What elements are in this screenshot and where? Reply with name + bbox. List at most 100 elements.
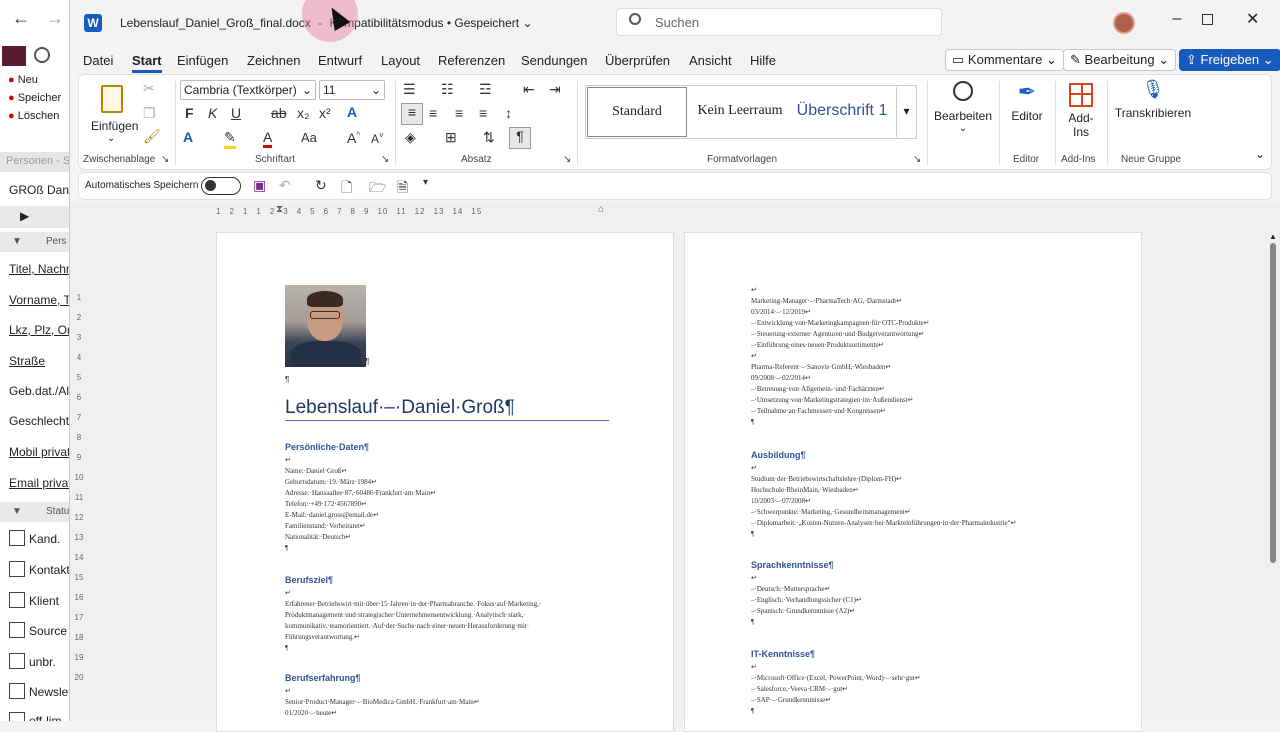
undo-icon[interactable]: ↶ [279,177,291,194]
checkbox-newsletter[interactable] [9,683,25,699]
checkbox-klient[interactable] [9,592,25,608]
back-arrow-icon[interactable]: ← [12,8,30,29]
tab-zeichnen[interactable]: Zeichnen [247,53,300,68]
align-right-icon[interactable]: ≡ [455,105,463,121]
tab-layout[interactable]: Layout [381,53,420,68]
decrease-indent-icon[interactable]: ⇤ [523,81,535,98]
heading-education[interactable]: Ausbildung¶ [751,450,806,460]
forward-arrow-icon[interactable]: → [46,8,64,29]
field-address[interactable]: Lkz, Plz, Ort [9,323,69,337]
new-document-icon[interactable]: 🗋 [341,177,352,201]
field-street[interactable]: Straße [9,354,45,368]
style-standard[interactable]: Standard [587,87,687,137]
format-painter-icon[interactable]: 🖌 [143,128,161,145]
redo-icon[interactable]: ↻ [315,177,327,194]
tab-entwurf[interactable]: Entwurf [318,53,362,68]
ruler-right-indent-icon[interactable]: ⌂ [598,204,605,215]
heading-goal[interactable]: Berufsziel¶ [285,575,333,585]
print-preview-icon[interactable]: 🗎 [397,177,408,201]
show-formatting-icon[interactable]: ¶ [509,127,531,149]
addins-button[interactable]: Add-Ins [1059,79,1103,149]
align-left-icon[interactable]: ≡ [401,103,423,125]
comments-button[interactable]: ▭ Kommentare ⌄ [945,49,1064,71]
field-first-name[interactable]: Vorname, Ti [9,293,69,307]
font-color-icon[interactable]: A [263,129,273,148]
field-email[interactable]: Email privat [9,476,69,490]
bullet-list-icon[interactable]: ☰ [403,81,416,98]
avatar[interactable] [1113,12,1135,34]
dialog-launcher-icon[interactable]: ↘ [381,154,389,165]
change-case-icon[interactable]: Aa [301,130,317,145]
menu-new[interactable]: ● Neu [8,74,38,86]
justify-icon[interactable]: ≡ [479,105,487,121]
editing-mode-button[interactable]: ✎ Bearbeitung ⌄ [1063,49,1177,71]
expand-button[interactable]: ▶ [0,206,69,228]
borders-icon[interactable]: ⊞ [445,129,457,146]
customize-qat-icon[interactable]: ▾ [423,177,428,188]
account-icon[interactable] [34,47,50,63]
cut-icon[interactable]: ✂ [143,80,155,97]
style-heading1[interactable]: Überschrift 1 [792,87,892,137]
shrink-font-icon[interactable]: A˅ [371,131,384,146]
save-icon[interactable]: ▣ [253,177,266,194]
checkbox-unbr[interactable] [9,653,25,669]
text-effects-icon[interactable]: A [347,104,357,120]
document-title-heading[interactable]: Lebenslauf·–·Daniel·Groß¶ [285,397,515,419]
clear-formatting-icon[interactable]: A [183,129,193,145]
dialog-launcher-icon[interactable]: ↘ [563,154,571,165]
field-title-name[interactable]: Titel, Nachn [9,262,69,276]
style-no-spacing[interactable]: Kein Leerraum [690,87,790,137]
transcribe-button[interactable]: 🎙 Transkribieren [1111,79,1195,149]
section-status[interactable]: ▼ Statu [0,502,69,522]
bg-tab[interactable]: Personen - S [0,152,69,172]
superscript-icon[interactable]: x² [319,105,331,121]
subscript-icon[interactable]: x₂ [297,105,309,121]
font-name-select[interactable]: Cambria (Textkörper) ⌄ [180,80,316,100]
paste-button[interactable]: Einfügen ⌄ [89,81,138,151]
line-spacing-icon[interactable]: ↕ [505,105,512,121]
grow-font-icon[interactable]: A^ [347,130,360,146]
search-box[interactable]: Suchen [616,8,942,36]
tab-datei[interactable]: Datei [83,53,113,68]
tab-sendungen[interactable]: Sendungen [521,53,588,68]
scrollbar-thumb[interactable] [1270,243,1276,563]
sort-icon[interactable]: ⇅ [483,129,495,146]
font-size-select[interactable]: 11 ⌄ [319,80,385,100]
close-button[interactable]: ✕ [1246,9,1259,29]
find-button[interactable]: Bearbeiten ⌄ [933,79,993,149]
vertical-scrollbar[interactable]: ▲ [1268,232,1278,721]
maximize-button[interactable] [1202,14,1213,25]
multilevel-list-icon[interactable]: ☲ [479,81,492,98]
underline-icon[interactable]: U [231,105,241,121]
heading-experience[interactable]: Berufserfahrung¶ [285,673,361,683]
heading-languages[interactable]: Sprachkenntnisse¶ [751,560,834,570]
autosave-toggle[interactable] [201,177,241,195]
heading-it[interactable]: IT-Kenntnisse¶ [751,649,815,659]
field-mobile[interactable]: Mobil privat [9,445,69,459]
tab-ueberpruefen[interactable]: Überprüfen [605,53,670,68]
highlight-icon[interactable]: ✎ [224,129,236,149]
minimize-button[interactable]: – [1162,10,1192,34]
dialog-launcher-icon[interactable]: ↘ [161,154,169,165]
tab-start[interactable]: Start [132,53,162,73]
checkbox-offlimits[interactable] [9,712,25,721]
copy-icon[interactable]: ❐ [143,105,156,122]
checkbox-source[interactable] [9,622,25,638]
increase-indent-icon[interactable]: ⇥ [549,81,561,98]
tab-hilfe[interactable]: Hilfe [750,53,776,68]
dialog-launcher-icon[interactable]: ↘ [913,154,921,165]
checkbox-kontakt[interactable] [9,561,25,577]
editor-button[interactable]: ✒ Editor [1003,79,1051,149]
open-folder-icon[interactable]: 🗁 [369,177,386,201]
menu-save[interactable]: ● Speicher [8,92,61,104]
bold-icon[interactable]: F [185,105,194,121]
italic-icon[interactable]: K [208,105,217,121]
section-personal[interactable]: ▼ Pers [0,232,69,252]
heading-personal[interactable]: Persönliche·Daten¶ [285,442,369,452]
numbered-list-icon[interactable]: ☷ [441,81,454,98]
scroll-up-icon[interactable]: ▲ [1268,232,1278,241]
menu-delete[interactable]: ● Löschen [8,110,59,122]
strikethrough-icon[interactable]: ab [271,105,287,121]
share-button[interactable]: ⇪ Freigeben ⌄ [1179,49,1280,71]
align-center-icon[interactable]: ≡ [429,105,437,121]
